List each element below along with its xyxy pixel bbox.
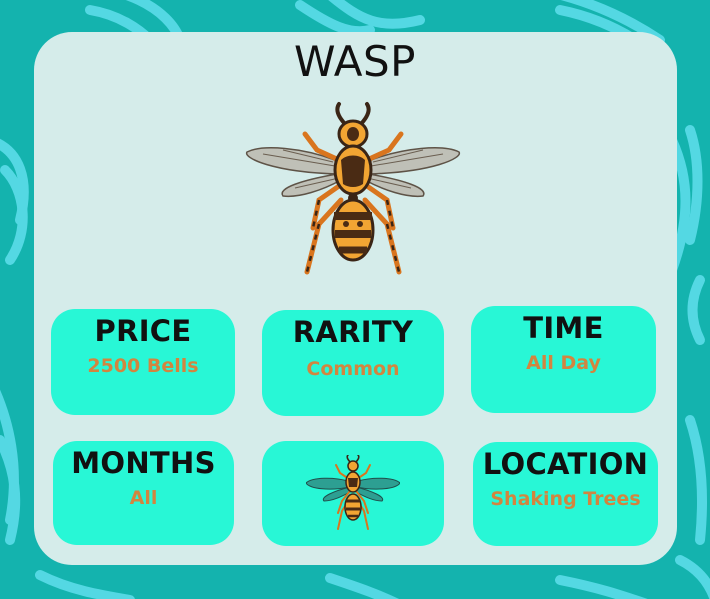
months-tile: MONTHS All: [53, 441, 234, 545]
location-tile: LOCATION Shaking Trees: [473, 442, 658, 546]
wasp-icon-tile: [262, 441, 444, 546]
price-value: 2500 Bells: [87, 355, 199, 377]
leaf-icon: [295, 0, 425, 37]
months-label: MONTHS: [71, 446, 216, 480]
rarity-value: Common: [306, 358, 400, 380]
rarity-label: RARITY: [292, 315, 414, 349]
time-value: All Day: [526, 352, 601, 374]
time-tile: TIME All Day: [471, 306, 656, 413]
leaf-icon: [675, 415, 710, 599]
months-value: All: [129, 487, 158, 509]
rarity-tile: RARITY Common: [262, 310, 444, 416]
leaf-icon: [0, 138, 29, 265]
location-label: LOCATION: [482, 447, 649, 481]
price-label: PRICE: [94, 314, 192, 348]
wasp-icon: [306, 455, 400, 530]
wasp-illustration: [246, 102, 460, 275]
leaf-icon: [0, 389, 21, 545]
location-value: Shaking Trees: [490, 488, 641, 510]
time-label: TIME: [523, 311, 604, 345]
bug-title: WASP: [294, 37, 416, 86]
leaf-icon: [35, 570, 648, 599]
price-tile: PRICE 2500 Bells: [51, 309, 235, 415]
